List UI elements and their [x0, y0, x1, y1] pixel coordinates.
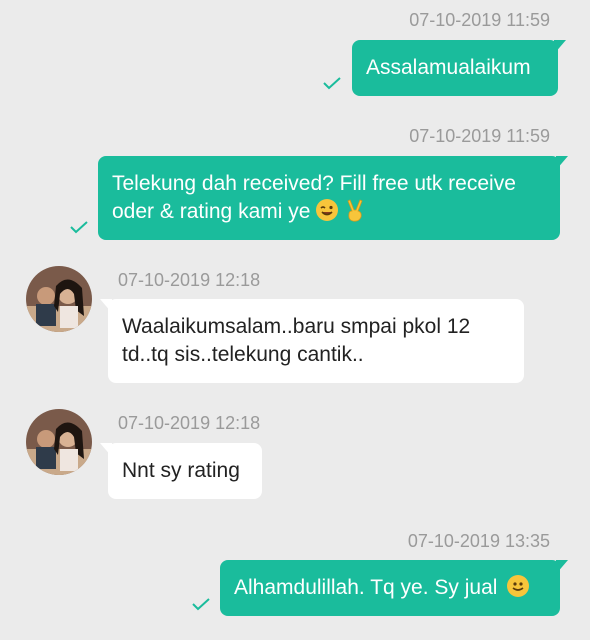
- message-timestamp: 07-10-2019 11:59: [409, 126, 550, 146]
- message-text-line: Waalaikumsalam..baru smpai pkol 12: [122, 315, 471, 338]
- slightly-smiling-face-emoji-icon: [507, 575, 530, 597]
- message-timestamp: 07-10-2019 12:18: [118, 413, 261, 433]
- message-text: Alhamdulillah. Tq ye. Sy jual: [234, 576, 498, 599]
- message-text-line: Telekung dah received? Fill free utk rec…: [112, 172, 516, 195]
- victory-hand-emoji-icon: [344, 198, 366, 222]
- message-text-line: td..tq sis..telekung cantik..: [122, 343, 364, 366]
- sent-check-icon: [192, 598, 210, 611]
- message-text: Nnt sy rating: [122, 459, 240, 482]
- sent-check-icon: [70, 221, 88, 234]
- contact-avatar[interactable]: [26, 266, 92, 332]
- contact-avatar[interactable]: [26, 409, 92, 475]
- incoming-message-bubble[interactable]: Waalaikumsalam..baru smpai pkol 12 td..t…: [100, 299, 524, 383]
- winking-face-emoji-icon: [316, 199, 339, 221]
- bubble-tail: [556, 156, 568, 170]
- message-timestamp: 07-10-2019 11:59: [409, 10, 550, 30]
- outgoing-message-bubble[interactable]: Telekung dah received? Fill free utk rec…: [98, 156, 568, 240]
- message-timestamp: 07-10-2019 12:18: [118, 270, 261, 290]
- bubble-tail: [554, 40, 566, 54]
- outgoing-message-bubble[interactable]: Alhamdulillah. Tq ye. Sy jual: [220, 560, 568, 616]
- incoming-message-bubble[interactable]: Nnt sy rating: [100, 443, 262, 499]
- bubble-tail: [556, 560, 568, 574]
- bubble-tail: [100, 299, 112, 313]
- bubble-tail: [100, 443, 112, 457]
- message-timestamp: 07-10-2019 13:35: [407, 531, 550, 551]
- message-text-line: oder & rating kami ye: [112, 200, 311, 223]
- outgoing-message-bubble[interactable]: Assalamualaikum: [352, 40, 566, 96]
- sent-check-icon: [323, 77, 341, 90]
- message-text: Assalamualaikum: [366, 56, 531, 79]
